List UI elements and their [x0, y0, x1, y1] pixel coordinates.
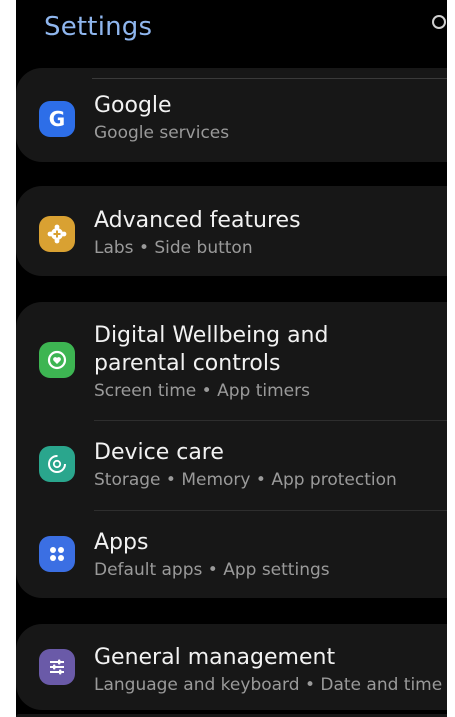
card-google: G Google Google services [16, 68, 447, 162]
item-title: Google [94, 93, 172, 118]
item-subtitle: Google services [94, 123, 230, 143]
item-title: Advanced features [94, 208, 301, 233]
item-title: Apps [94, 530, 149, 555]
item-subtitle: Storage • Memory • App protection [94, 470, 397, 490]
list-item-advanced-features[interactable]: Advanced features Labs • Side button [16, 186, 447, 276]
refresh-ring-icon [39, 446, 75, 482]
search-icon[interactable] [432, 15, 446, 29]
gear-plus-icon [39, 216, 75, 252]
heart-ring-icon [39, 342, 75, 378]
item-title: Device care [94, 440, 224, 465]
list-item-device-care[interactable]: Device care Storage • Memory • App prote… [16, 421, 447, 510]
item-subtitle: Default apps • App settings [94, 560, 330, 580]
sliders-icon [39, 649, 75, 685]
four-dots-icon [39, 536, 75, 572]
list-item-google[interactable]: G Google Google services [16, 68, 447, 162]
list-item-general-management[interactable]: General management Language and keyboard… [16, 624, 447, 710]
page-title: Settings [44, 12, 153, 42]
list-item-apps[interactable]: Apps Default apps • App settings [16, 511, 447, 598]
item-subtitle: Labs • Side button [94, 238, 253, 258]
list-item-digital-wellbeing[interactable]: Digital Wellbeing and parental controls … [16, 302, 447, 420]
item-subtitle: Language and keyboard • Date and time [94, 675, 443, 695]
google-icon: G [39, 101, 75, 137]
item-subtitle: Screen time • App timers [94, 381, 310, 401]
item-title: Digital Wellbeing and parental controls [94, 323, 329, 376]
item-title: General management [94, 645, 336, 670]
card-advanced-features: Advanced features Labs • Side button [16, 186, 447, 276]
card-device-group: Digital Wellbeing and parental controls … [16, 302, 447, 598]
settings-screen: Settings G Google Google services Advanc… [16, 0, 447, 717]
card-general-management: General management Language and keyboard… [16, 624, 447, 710]
